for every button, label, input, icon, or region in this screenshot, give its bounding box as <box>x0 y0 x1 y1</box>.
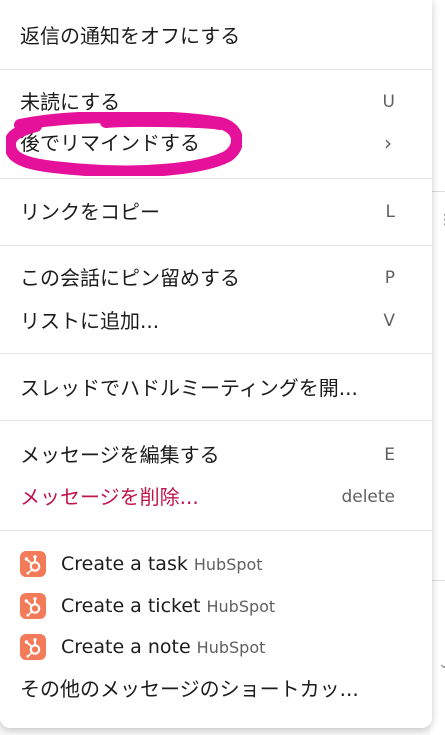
menu-divider <box>0 245 432 246</box>
shortcut-key: P <box>384 268 395 288</box>
app-action-label: Create a note <box>61 636 191 658</box>
shortcut-key: U <box>382 92 395 112</box>
menu-divider <box>0 420 432 421</box>
hubspot-icon <box>20 551 46 577</box>
menu-item-hubspot-create-note[interactable]: Create a note HubSpot <box>0 628 432 666</box>
app-name: HubSpot <box>206 597 276 616</box>
menu-divider <box>0 530 432 531</box>
menu-divider <box>0 69 432 70</box>
menu-item-label: この会話にピン留めする <box>20 266 240 290</box>
menu-item-hubspot-create-ticket[interactable]: Create a ticket HubSpot <box>0 587 432 625</box>
menu-item-pin-to-conversation[interactable]: この会話にピン留めする P <box>0 259 432 297</box>
background-divider <box>432 580 445 581</box>
shortcut-key: E <box>384 445 395 465</box>
menu-item-turn-off-reply-notifications[interactable]: 返信の通知をオフにする <box>0 17 432 55</box>
menu-item-mark-unread[interactable]: 未読にする U <box>0 83 432 121</box>
message-actions-menu: 返信の通知をオフにする 未読にする U 後でリマインドする › リンクをコピー … <box>0 0 432 728</box>
menu-item-hubspot-create-task[interactable]: Create a task HubSpot <box>0 545 432 583</box>
shortcut-key: V <box>383 311 395 331</box>
menu-item-label: スレッドでハドルミーティングを開... <box>20 376 358 400</box>
menu-item-label: 返信の通知をオフにする <box>20 24 241 48</box>
menu-item-label: 未読にする <box>20 90 121 114</box>
background-divider <box>432 191 445 192</box>
hubspot-icon <box>20 593 46 619</box>
menu-item-more-message-shortcuts[interactable]: その他のメッセージのショートカッ... <box>0 670 432 708</box>
menu-item-edit-message[interactable]: メッセージを編集する E <box>0 436 432 474</box>
app-name: HubSpot <box>196 638 266 657</box>
chevron-down-icon[interactable]: ⌄ <box>438 656 445 672</box>
menu-item-copy-link[interactable]: リンクをコピー L <box>0 193 432 231</box>
menu-divider <box>0 353 432 354</box>
menu-item-remind-later[interactable]: 後でリマインドする › <box>0 124 432 162</box>
menu-item-label: 後でリマインドする <box>20 131 200 155</box>
more-vertical-icon[interactable]: ⋮ <box>438 212 445 228</box>
hubspot-icon <box>20 634 46 660</box>
app-name: HubSpot <box>193 555 263 574</box>
menu-divider <box>0 178 432 179</box>
menu-item-start-huddle-in-thread[interactable]: スレッドでハドルミーティングを開... <box>0 369 432 407</box>
shortcut-key: delete <box>341 487 395 507</box>
background-panel <box>430 0 445 735</box>
menu-item-delete-message[interactable]: メッセージを削除... delete <box>0 478 432 516</box>
app-action-label: Create a task <box>61 553 188 575</box>
app-action-label: Create a ticket <box>61 595 201 617</box>
menu-item-label: リンクをコピー <box>20 200 160 224</box>
menu-item-label: メッセージを編集する <box>20 443 220 467</box>
menu-item-label: メッセージを削除... <box>20 485 199 509</box>
chevron-right-icon: › <box>384 131 392 155</box>
menu-item-add-to-list[interactable]: リストに追加... V <box>0 302 432 340</box>
menu-item-label: その他のメッセージのショートカッ... <box>20 677 359 701</box>
menu-item-label: リストに追加... <box>20 309 160 333</box>
shortcut-key: L <box>385 202 395 222</box>
